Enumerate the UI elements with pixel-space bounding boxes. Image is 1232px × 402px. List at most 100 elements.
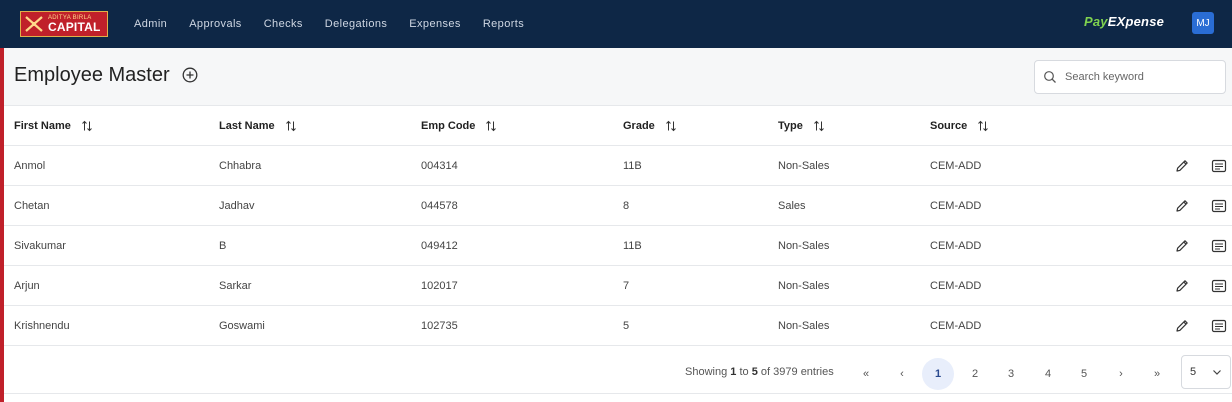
cell-source: CEM-ADD [930,280,982,292]
page-button-1[interactable]: 1 [922,358,954,390]
page-size-select[interactable]: 5 [1181,355,1231,389]
column-label: Source [930,120,968,132]
sort-arrows-icon[interactable] [485,120,497,132]
pagination-bar: Showing 1 to 5 of 3979 entries « ‹ 1 2 3… [4,348,1232,394]
chevron-down-icon [1212,367,1222,377]
table-row: Sivakumar B 049412 11B Non-Sales CEM-ADD [4,226,1232,266]
cell-grade: 8 [623,200,630,212]
sort-arrows-icon[interactable] [81,120,93,132]
search-box [1034,60,1226,94]
cell-source: CEM-ADD [930,240,982,252]
employee-table: First Name Last Name Emp Code Grade Type… [4,106,1232,346]
nav-item-approvals[interactable]: Approvals [189,18,242,30]
cell-last-name: Sarkar [219,280,252,292]
cell-last-name: Goswami [219,320,265,332]
brand-pay: Pay [1084,14,1108,29]
cell-emp-code: 004314 [421,160,458,172]
page-button-3[interactable]: 3 [995,358,1027,390]
showing-from: 1 [730,366,737,378]
pencil-icon[interactable] [1174,158,1190,174]
column-label: Last Name [219,120,275,132]
pencil-icon[interactable] [1174,238,1190,254]
sort-arrows-icon[interactable] [977,120,989,132]
note-icon[interactable] [1211,159,1227,173]
cell-grade: 7 [623,280,630,292]
nav-item-reports[interactable]: Reports [483,18,524,30]
cell-emp-code: 102017 [421,280,458,292]
pencil-icon[interactable] [1174,318,1190,334]
cell-type: Non-Sales [778,320,830,332]
column-header-last-name[interactable]: Last Name [219,106,297,146]
search-input[interactable] [1065,71,1215,83]
column-header-source[interactable]: Source [930,106,989,146]
cell-type: Sales [778,200,806,212]
app-brand: PayEXpense [1084,14,1164,29]
page-header: Employee Master [4,48,1232,106]
cell-last-name: Jadhav [219,200,255,212]
page-button-2[interactable]: 2 [959,358,991,390]
first-page-button[interactable]: « [850,358,882,390]
note-icon[interactable] [1211,319,1227,333]
prev-page-button[interactable]: ‹ [886,358,918,390]
page-size-value: 5 [1190,366,1197,378]
note-icon[interactable] [1211,279,1227,293]
cell-first-name: Sivakumar [14,240,66,252]
cell-type: Non-Sales [778,160,830,172]
column-label: First Name [14,120,71,132]
top-navigation-bar: ADITYA BIRLA CAPITAL Admin Approvals Che… [0,0,1232,48]
column-label: Type [778,120,803,132]
cell-first-name: Anmol [14,160,46,172]
table-row: Arjun Sarkar 102017 7 Non-Sales CEM-ADD [4,266,1232,306]
sort-arrows-icon[interactable] [665,120,677,132]
nav-item-checks[interactable]: Checks [264,18,303,30]
table-row: Chetan Jadhav 044578 8 Sales CEM-ADD [4,186,1232,226]
pencil-icon[interactable] [1174,278,1190,294]
pencil-icon[interactable] [1174,198,1190,214]
cell-first-name: Arjun [14,280,40,292]
cell-source: CEM-ADD [930,200,982,212]
page-button-4[interactable]: 4 [1032,358,1064,390]
column-header-grade[interactable]: Grade [623,106,677,146]
nav-item-expenses[interactable]: Expenses [409,18,461,30]
showing-to: 5 [751,366,758,378]
cell-source: CEM-ADD [930,160,982,172]
cell-emp-code: 049412 [421,240,458,252]
showing-total: 3979 [773,366,798,378]
showing-entries-word: entries [800,366,834,378]
column-label: Emp Code [421,120,476,132]
cell-last-name: B [219,240,227,252]
column-header-first-name[interactable]: First Name [14,106,93,146]
cell-source: CEM-ADD [930,320,982,332]
brand-expense: EXpense [1107,14,1165,29]
entries-summary: Showing 1 to 5 of 3979 entries [685,366,834,378]
cell-emp-code: 044578 [421,200,458,212]
nav-item-delegations[interactable]: Delegations [325,18,388,30]
next-page-button[interactable]: › [1105,358,1137,390]
nav-item-admin[interactable]: Admin [134,18,167,30]
note-icon[interactable] [1211,199,1227,213]
column-label: Grade [623,120,655,132]
showing-of-word: of [760,366,771,378]
column-header-emp-code[interactable]: Emp Code [421,106,497,146]
showing-prefix: Showing [685,366,728,378]
page-button-5[interactable]: 5 [1068,358,1100,390]
page-title: Employee Master [14,64,170,86]
table-header-row: First Name Last Name Emp Code Grade Type… [4,106,1232,146]
cell-grade: 11B [623,160,642,172]
showing-to-word: to [739,366,749,378]
cell-grade: 5 [623,320,630,332]
sort-arrows-icon[interactable] [285,120,297,132]
cell-first-name: Chetan [14,200,50,212]
add-employee-icon[interactable] [182,67,198,83]
note-icon[interactable] [1211,239,1227,253]
table-row: Krishnendu Goswami 102735 5 Non-Sales CE… [4,306,1232,346]
cell-type: Non-Sales [778,280,830,292]
cell-emp-code: 102735 [421,320,458,332]
user-avatar[interactable]: MJ [1192,12,1214,34]
cell-grade: 11B [623,240,642,252]
column-header-type[interactable]: Type [778,106,825,146]
last-page-button[interactable]: » [1141,358,1173,390]
company-logo[interactable]: ADITYA BIRLA CAPITAL [20,11,108,37]
cell-type: Non-Sales [778,240,830,252]
sort-arrows-icon[interactable] [813,120,825,132]
